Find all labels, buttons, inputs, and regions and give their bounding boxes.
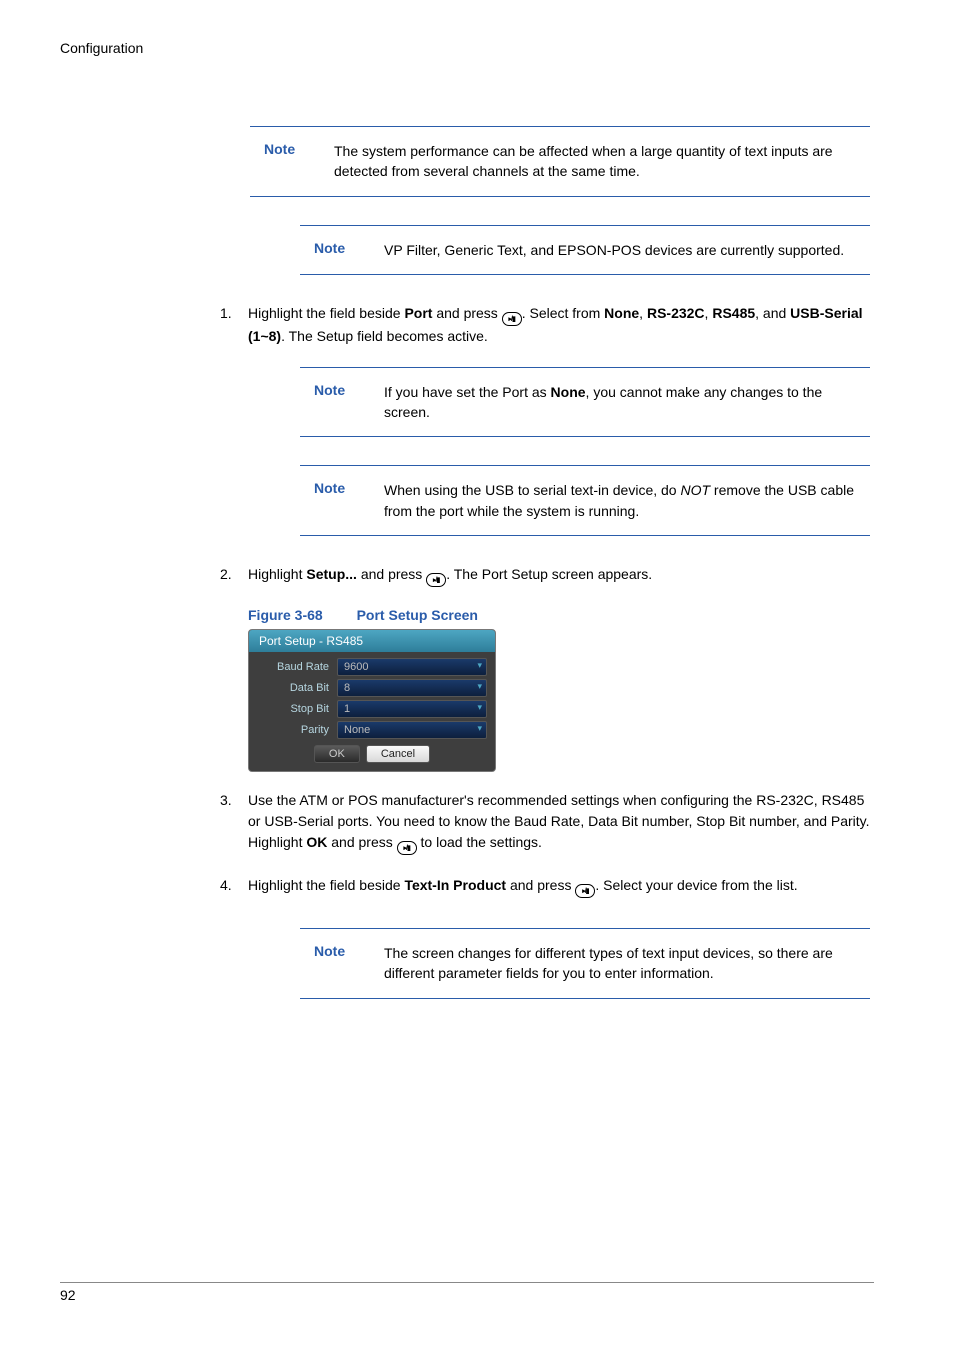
stop-bit-select[interactable]: 1 (337, 700, 487, 718)
t: RS485 (712, 305, 755, 321)
row-stopbit: Stop Bit 1 (257, 700, 487, 718)
t: Highlight (248, 566, 306, 582)
step-text: Highlight Setup... and press . The Port … (248, 564, 870, 587)
note-text: If you have set the Port as None, you ca… (384, 382, 870, 423)
dialog-buttons: OK Cancel (257, 745, 487, 763)
step-4: 4. Highlight the field beside Text-In Pr… (220, 875, 870, 898)
enter-icon (397, 841, 417, 855)
field-label: Parity (257, 724, 337, 736)
step-text: Highlight the field beside Port and pres… (248, 303, 870, 347)
t: , and (755, 305, 790, 321)
page-header: Configuration (60, 40, 874, 56)
row-parity: Parity None (257, 721, 487, 739)
figure-title: Port Setup Screen (357, 607, 478, 623)
enter-icon (426, 573, 446, 587)
note-screen-changes: Note The screen changes for different ty… (300, 928, 870, 999)
t: . Select your device from the list. (595, 877, 797, 893)
enter-icon (502, 312, 522, 326)
t: and press (432, 305, 501, 321)
t: Port (404, 305, 432, 321)
note-performance: Note The system performance can be affec… (250, 126, 870, 197)
note-label: Note (300, 382, 360, 423)
page-number: 92 (60, 1287, 76, 1303)
t: . The Setup field becomes active. (281, 328, 488, 344)
enter-icon (575, 884, 595, 898)
note-text: The screen changes for different types o… (384, 943, 870, 984)
parity-select[interactable]: None (337, 721, 487, 739)
figure-caption: Figure 3-68 Port Setup Screen (248, 607, 870, 623)
step-1: 1. Highlight the field beside Port and p… (220, 303, 870, 347)
t: Setup... (306, 566, 357, 582)
note-port-none: Note If you have set the Port as None, y… (300, 367, 870, 438)
ok-button[interactable]: OK (314, 745, 360, 763)
note-vpfilter: Note VP Filter, Generic Text, and EPSON-… (300, 225, 870, 275)
field-label: Stop Bit (257, 703, 337, 715)
note-text: When using the USB to serial text-in dev… (384, 480, 870, 521)
note-label: Note (300, 943, 360, 984)
content-area: Note The system performance can be affec… (250, 126, 870, 999)
t: . Select from (522, 305, 604, 321)
field-label: Data Bit (257, 682, 337, 694)
t: and press (357, 566, 426, 582)
t: None (604, 305, 639, 321)
step-number: 4. (220, 875, 248, 898)
row-baud: Baud Rate 9600 (257, 658, 487, 676)
dialog-body: Baud Rate 9600 Data Bit 8 Stop Bit 1 Par… (249, 652, 495, 771)
t: OK (306, 834, 327, 850)
t: None (551, 384, 586, 400)
note-text: The system performance can be affected w… (334, 141, 870, 182)
note-label: Note (250, 141, 310, 182)
t: Highlight the field beside (248, 877, 404, 893)
t: to load the settings. (417, 834, 542, 850)
page-footer: 92 (60, 1282, 874, 1303)
step-number: 3. (220, 790, 248, 855)
step-3: 3. Use the ATM or POS manufacturer's rec… (220, 790, 870, 855)
step-number: 2. (220, 564, 248, 587)
t: and press (327, 834, 396, 850)
t: , (639, 305, 647, 321)
step-2: 2. Highlight Setup... and press . The Po… (220, 564, 870, 587)
step-text: Use the ATM or POS manufacturer's recomm… (248, 790, 870, 855)
figure-number: Figure 3-68 (248, 607, 323, 623)
note-label: Note (300, 240, 360, 260)
dialog-title: Port Setup - RS485 (249, 630, 495, 652)
field-label: Baud Rate (257, 661, 337, 673)
note-usb-serial: Note When using the USB to serial text-i… (300, 465, 870, 536)
cancel-button[interactable]: Cancel (366, 745, 430, 763)
note-label: Note (300, 480, 360, 521)
step-number: 1. (220, 303, 248, 347)
t: NOT (680, 482, 710, 498)
data-bit-select[interactable]: 8 (337, 679, 487, 697)
port-setup-dialog: Port Setup - RS485 Baud Rate 9600 Data B… (248, 629, 496, 772)
baud-rate-select[interactable]: 9600 (337, 658, 487, 676)
row-databit: Data Bit 8 (257, 679, 487, 697)
t: . The Port Setup screen appears. (446, 566, 652, 582)
t: Highlight the field beside (248, 305, 404, 321)
t: and press (506, 877, 575, 893)
t: Text-In Product (404, 877, 506, 893)
t: RS-232C (647, 305, 705, 321)
step-text: Highlight the field beside Text-In Produ… (248, 875, 870, 898)
t: If you have set the Port as (384, 384, 551, 400)
t: When using the USB to serial text-in dev… (384, 482, 680, 498)
note-text: VP Filter, Generic Text, and EPSON-POS d… (384, 240, 870, 260)
